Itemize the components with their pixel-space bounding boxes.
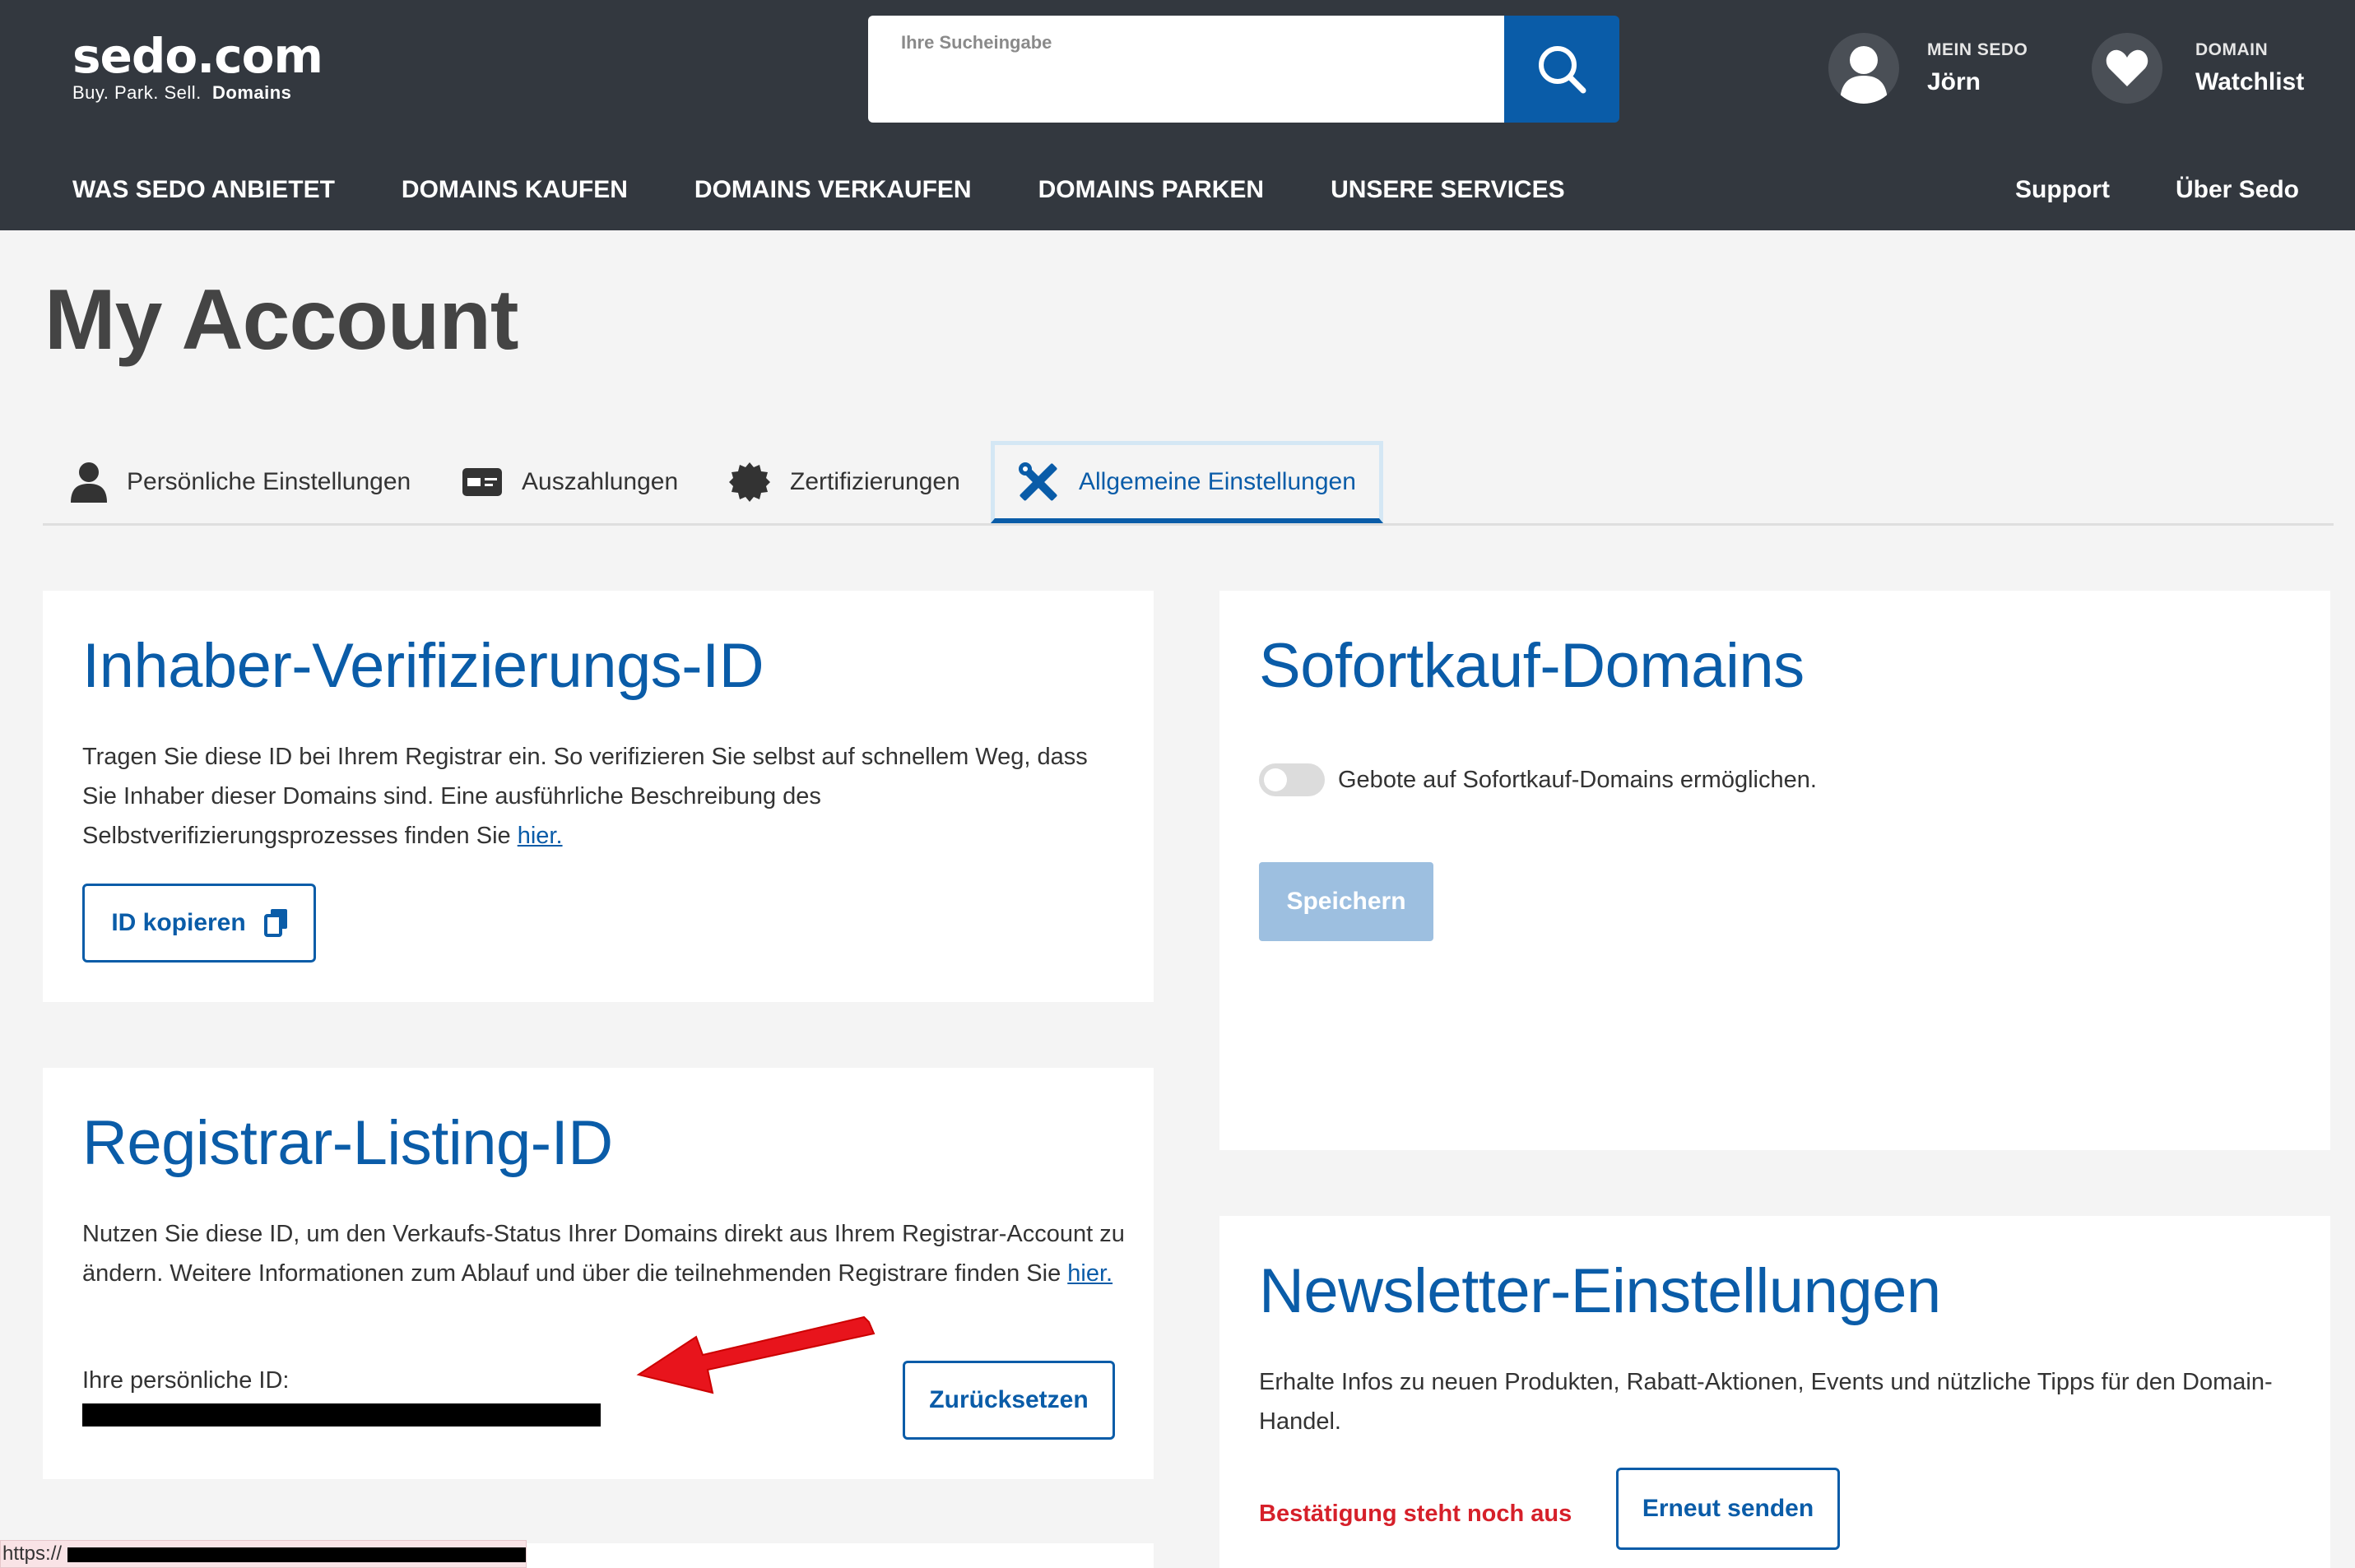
logo-tagline-plain: Buy. Park. Sell. <box>72 82 202 103</box>
instant-buy-toggle[interactable] <box>1259 763 1325 796</box>
account-caption: MEIN SEDO <box>1927 40 2028 59</box>
watchlist-caption: DOMAIN <box>2195 40 2269 59</box>
reset-id-label: Zurücksetzen <box>929 1386 1089 1413</box>
tab-label: Persönliche Einstellungen <box>127 468 411 495</box>
nav-park-domains[interactable]: DOMAINS PARKEN <box>1038 176 1264 204</box>
search-icon <box>1539 46 1586 94</box>
instant-buy-title: Sofortkauf-Domains <box>1259 631 1805 701</box>
registrar-listing-title: Registrar-Listing-ID <box>82 1108 613 1178</box>
nav-buy-domains[interactable]: DOMAINS KAUFEN <box>402 176 628 204</box>
nav-our-services[interactable]: UNSERE SERVICES <box>1331 176 1565 204</box>
owner-verification-title: Inhaber-Verifizierungs-ID <box>82 631 764 701</box>
save-label: Speichern <box>1286 888 1406 915</box>
certificate-badge-icon <box>729 462 770 503</box>
owner-verification-description: Tragen Sie diese ID bei Ihrem Registrar … <box>82 737 1119 856</box>
my-sedo-account[interactable]: MEIN SEDO Jörn <box>1828 33 2028 104</box>
search-button[interactable] <box>1504 16 1619 123</box>
personal-id-value-redacted <box>82 1403 601 1427</box>
search-placeholder: Ihre Sucheingabe <box>901 32 1052 53</box>
watchlist-label: Watchlist <box>2195 68 2305 95</box>
copy-icon <box>263 909 287 937</box>
registrar-listing-card: Registrar-Listing-ID Nutzen Sie diese ID… <box>43 1068 1154 1479</box>
browser-status-bar: https:// <box>0 1540 527 1568</box>
heart-icon <box>2092 33 2162 104</box>
owner-verification-text: Tragen Sie diese ID bei Ihrem Registrar … <box>82 744 1088 849</box>
reset-id-button[interactable]: Zurücksetzen <box>903 1361 1115 1440</box>
owner-verification-card: Inhaber-Verifizierungs-ID Tragen Sie die… <box>43 591 1154 1002</box>
nav-about-sedo[interactable]: Über Sedo <box>2176 176 2299 204</box>
owner-verification-help-link[interactable]: hier. <box>518 823 563 849</box>
search-input[interactable]: Ihre Sucheingabe <box>868 16 1506 123</box>
account-tabs: Persönliche Einstellungen Auszahlungen Z… <box>43 441 2334 526</box>
registrar-listing-description: Nutzen Sie diese ID, um den Verkaufs-Sta… <box>82 1214 1127 1293</box>
tab-label: Zertifizierungen <box>790 468 960 495</box>
status-url-redacted <box>67 1547 526 1562</box>
tab-personal-settings[interactable]: Persönliche Einstellungen <box>71 441 411 523</box>
save-button[interactable]: Speichern <box>1259 862 1433 941</box>
registrar-listing-text: Nutzen Sie diese ID, um den Verkaufs-Sta… <box>82 1221 1125 1287</box>
page-title: My Account <box>44 272 519 368</box>
newsletter-status: Bestätigung steht noch aus <box>1259 1501 1572 1527</box>
resend-confirmation-button[interactable]: Erneut senden <box>1616 1468 1840 1550</box>
tab-certifications[interactable]: Zertifizierungen <box>729 441 960 523</box>
account-username: Jörn <box>1927 68 1981 95</box>
domain-watchlist[interactable]: DOMAIN Watchlist <box>2092 33 2304 104</box>
main-navigation: WAS SEDO ANBIETET DOMAINS KAUFEN DOMAINS… <box>72 176 1632 204</box>
newsletter-title: Newsletter-Einstellungen <box>1259 1256 1941 1326</box>
red-annotation-arrow-icon <box>636 1315 876 1394</box>
personal-id-label: Ihre persönliche ID: <box>82 1367 290 1394</box>
registrar-listing-help-link[interactable]: hier. <box>1067 1260 1112 1287</box>
tab-label: Auszahlungen <box>522 468 679 495</box>
tab-label: Allgemeine Einstellungen <box>1079 467 1356 495</box>
logo-tagline-bold: Domains <box>212 82 292 103</box>
top-header: sedo.com Buy. Park. Sell. Domains Ihre S… <box>0 0 2355 230</box>
newsletter-card: Newsletter-Einstellungen Erhalte Infos z… <box>1219 1216 2330 1568</box>
instant-buy-card: Sofortkauf-Domains Gebote auf Sofortkauf… <box>1219 591 2330 1150</box>
nav-sell-domains[interactable]: DOMAINS VERKAUFEN <box>694 176 972 204</box>
copy-id-label: ID kopieren <box>111 909 246 936</box>
settings-tools-icon <box>1018 462 1059 503</box>
user-avatar-icon <box>1828 33 1899 104</box>
payment-card-icon <box>462 468 502 496</box>
resend-label: Erneut senden <box>1642 1495 1814 1522</box>
tab-general-settings[interactable]: Allgemeine Einstellungen <box>991 441 1383 523</box>
newsletter-description: Erhalte Infos zu neuen Produkten, Rabatt… <box>1259 1369 2273 1435</box>
secondary-navigation: Support Über Sedo <box>1949 176 2299 204</box>
logo-wordmark: sedo.com <box>72 28 323 84</box>
sedo-logo[interactable]: sedo.com Buy. Park. Sell. Domains <box>72 30 323 104</box>
nav-support[interactable]: Support <box>2015 176 2110 204</box>
user-icon <box>71 462 107 503</box>
logo-tagline: Buy. Park. Sell. Domains <box>72 82 323 104</box>
instant-buy-toggle-label: Gebote auf Sofortkauf-Domains ermögliche… <box>1338 767 1817 793</box>
copy-id-button[interactable]: ID kopieren <box>82 884 316 963</box>
nav-what-sedo-offers[interactable]: WAS SEDO ANBIETET <box>72 176 335 204</box>
tab-payouts[interactable]: Auszahlungen <box>462 441 678 523</box>
status-url: https:// <box>2 1542 63 1565</box>
